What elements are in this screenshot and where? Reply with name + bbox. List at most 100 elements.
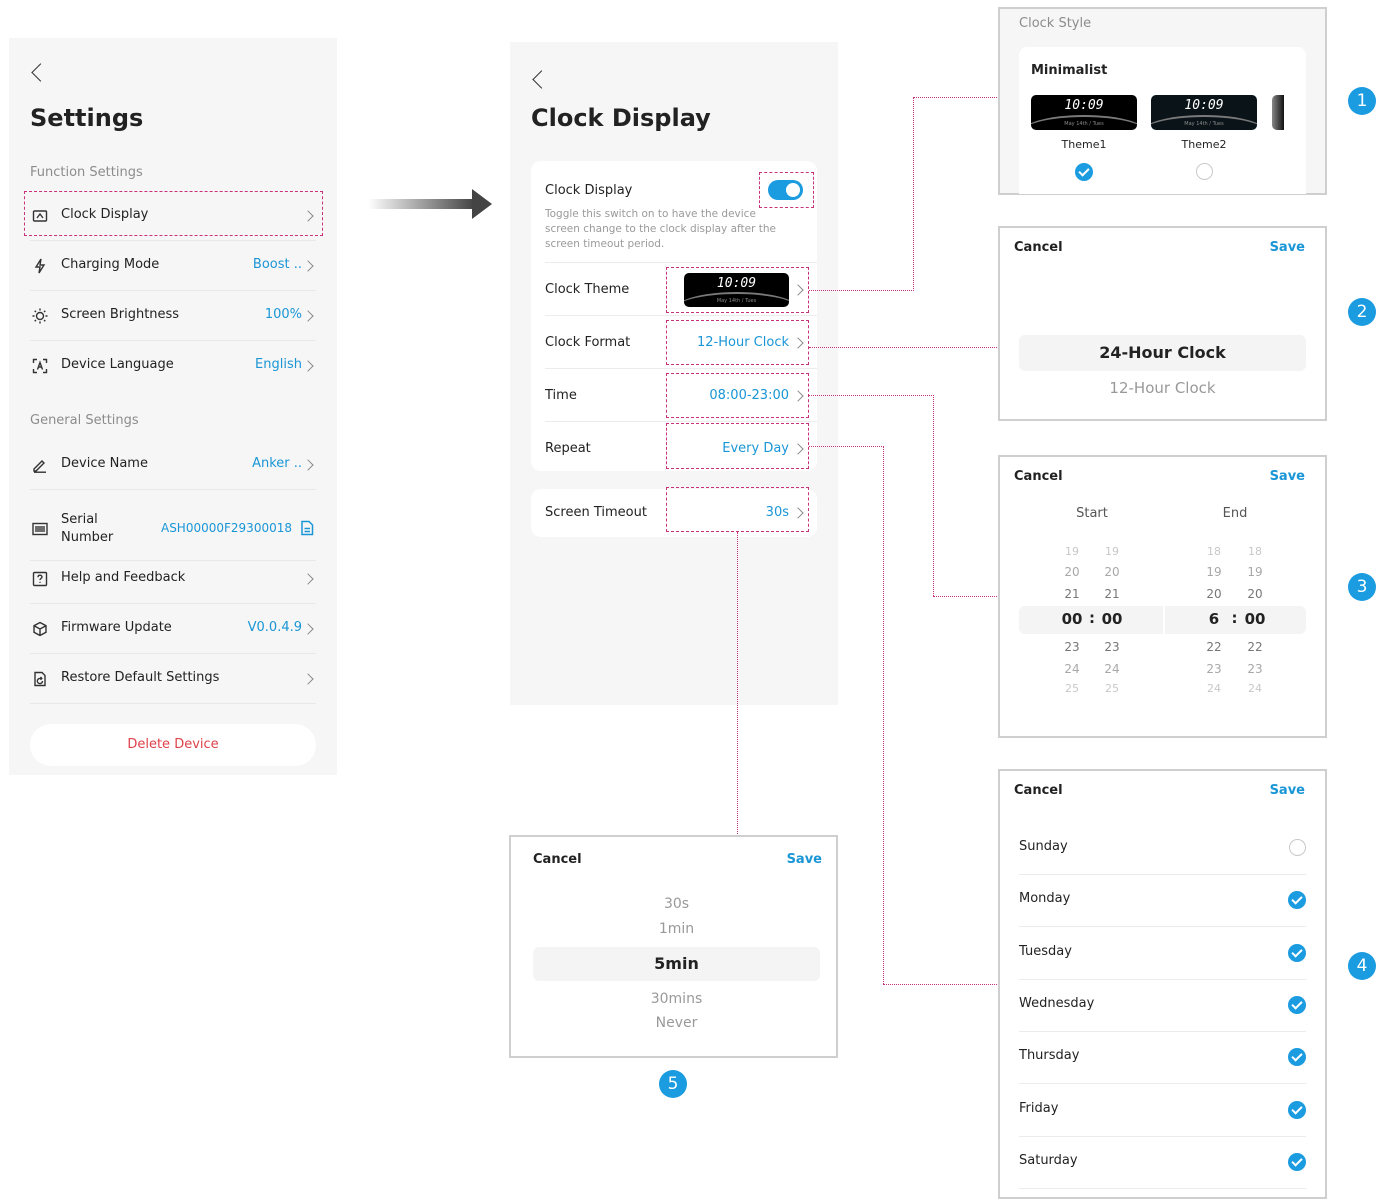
badge-2: 2 bbox=[1348, 298, 1376, 326]
save-button[interactable]: Save bbox=[1270, 240, 1305, 255]
repeat-day-row-saturday[interactable]: Saturday bbox=[1019, 1137, 1306, 1189]
start-column-label: Start bbox=[1076, 506, 1108, 521]
end-wheel-item[interactable]: 20 bbox=[1240, 587, 1270, 601]
start-wheel-item[interactable]: 19 bbox=[1057, 545, 1087, 558]
settings-screen: Settings Function Settings Clock Display… bbox=[9, 38, 337, 775]
settings-row-device-language[interactable]: Device Language English bbox=[30, 341, 316, 391]
end-wheel-item[interactable]: 22 bbox=[1199, 640, 1229, 654]
settings-row-help-and-feedback[interactable]: Help and Feedback bbox=[30, 554, 316, 604]
end-wheel-item[interactable]: 18 bbox=[1240, 545, 1270, 558]
repeat-day-row-sunday[interactable]: Sunday bbox=[1019, 823, 1306, 875]
settings-row-firmware-update[interactable]: Firmware Update V0.0.4.9 bbox=[30, 604, 316, 654]
start-wheel-item[interactable]: 25 bbox=[1057, 682, 1087, 695]
chevron-right-icon bbox=[302, 310, 314, 322]
start-wheel-item[interactable]: 20 bbox=[1097, 565, 1127, 579]
day-label: Wednesday bbox=[1019, 995, 1095, 1011]
save-button[interactable]: Save bbox=[787, 852, 822, 867]
copy-icon[interactable] bbox=[300, 520, 314, 540]
start-wheel-item[interactable]: 21 bbox=[1097, 587, 1127, 601]
help-icon bbox=[32, 571, 48, 591]
settings-row-serial-number[interactable]: Serial Number ASH00000F29300018 bbox=[30, 497, 316, 561]
checked-icon[interactable] bbox=[1288, 943, 1306, 962]
repeat-days-picker: Cancel Save Sunday Monday Tuesday Wednesday… bbox=[998, 769, 1327, 1199]
screen-timeout-picker: Cancel Save 30s 1min 5min 30mins Never bbox=[509, 835, 838, 1058]
theme1-thumbnail[interactable]: 10:09 May 14th / Tues bbox=[1031, 95, 1137, 130]
repeat-day-row-friday[interactable]: Friday bbox=[1019, 1085, 1306, 1137]
settings-row-restore-default-settings[interactable]: Restore Default Settings bbox=[30, 654, 316, 704]
end-wheel-item[interactable]: 22 bbox=[1240, 640, 1270, 654]
cancel-button[interactable]: Cancel bbox=[1014, 469, 1063, 484]
save-button[interactable]: Save bbox=[1270, 469, 1305, 484]
unchecked-icon[interactable] bbox=[1289, 839, 1306, 856]
start-wheel-item[interactable]: 25 bbox=[1097, 682, 1127, 695]
repeat-day-row-thursday[interactable]: Thursday bbox=[1019, 1032, 1306, 1085]
serial-number-value: ASH00000F29300018 bbox=[160, 521, 292, 535]
start-wheel-item[interactable]: 23 bbox=[1097, 640, 1127, 654]
end-wheel-item[interactable]: 20 bbox=[1199, 587, 1229, 601]
timeout-option[interactable]: Never bbox=[533, 1015, 820, 1031]
repeat-day-row-wednesday[interactable]: Wednesday bbox=[1019, 980, 1306, 1032]
timeout-option[interactable]: 30mins bbox=[533, 991, 820, 1007]
timeout-option-selected[interactable]: 5min bbox=[533, 947, 820, 981]
delete-device-button[interactable]: Delete Device bbox=[30, 724, 316, 766]
checked-icon[interactable] bbox=[1288, 1152, 1306, 1171]
back-icon[interactable] bbox=[31, 63, 50, 82]
clock-style-header: Clock Style bbox=[1019, 16, 1092, 31]
start-wheel-item[interactable]: 21 bbox=[1057, 587, 1087, 601]
end-wheel-item[interactable]: 23 bbox=[1199, 662, 1229, 676]
cancel-button[interactable]: Cancel bbox=[1014, 240, 1063, 255]
theme3-thumbnail-partial[interactable] bbox=[1272, 95, 1284, 130]
end-selected-value[interactable]: 00 bbox=[1235, 610, 1275, 628]
function-settings-header: Function Settings bbox=[30, 165, 143, 180]
end-wheel-item[interactable]: 24 bbox=[1199, 682, 1229, 695]
checked-icon[interactable] bbox=[1288, 1100, 1306, 1119]
checked-icon[interactable] bbox=[1288, 1048, 1306, 1067]
repeat-day-row-monday[interactable]: Monday bbox=[1019, 875, 1306, 928]
end-wheel-item[interactable]: 24 bbox=[1240, 682, 1270, 695]
sun-icon bbox=[32, 308, 48, 328]
start-wheel-item[interactable]: 24 bbox=[1097, 662, 1127, 676]
clock-display-label: Clock Display bbox=[545, 183, 633, 198]
timeout-option[interactable]: 1min bbox=[533, 921, 820, 937]
start-wheel-item[interactable]: 20 bbox=[1057, 565, 1087, 579]
end-wheel-item[interactable]: 19 bbox=[1199, 565, 1229, 579]
chevron-right-icon bbox=[302, 260, 314, 272]
format-option-selected[interactable]: 24-Hour Clock bbox=[1019, 335, 1306, 371]
day-label: Saturday bbox=[1019, 1152, 1078, 1168]
end-selected-value[interactable]: 6 bbox=[1194, 610, 1234, 628]
settings-row-label: Device Name bbox=[61, 456, 148, 471]
settings-row-device-name[interactable]: Device Name Anker .. bbox=[30, 440, 316, 490]
checked-icon[interactable] bbox=[1288, 891, 1306, 910]
general-settings-header: General Settings bbox=[30, 413, 139, 428]
format-option[interactable]: 12-Hour Clock bbox=[1019, 379, 1306, 397]
settings-row-charging-mode[interactable]: Charging Mode Boost .. bbox=[30, 241, 316, 291]
start-wheel-item[interactable]: 19 bbox=[1097, 545, 1127, 558]
end-wheel-item[interactable]: 23 bbox=[1240, 662, 1270, 676]
highlight-repeat bbox=[666, 423, 809, 469]
checked-icon[interactable] bbox=[1288, 995, 1306, 1014]
chevron-right-icon bbox=[302, 623, 314, 635]
start-wheel-item[interactable]: 23 bbox=[1057, 640, 1087, 654]
page-title: Settings bbox=[30, 104, 144, 132]
cancel-button[interactable]: Cancel bbox=[533, 852, 582, 867]
start-wheel-item[interactable]: 24 bbox=[1057, 662, 1087, 676]
end-wheel-item[interactable]: 19 bbox=[1240, 565, 1270, 579]
highlight-screen-timeout bbox=[666, 487, 809, 532]
chevron-right-icon bbox=[302, 573, 314, 585]
clock-format-picker: Cancel Save 24-Hour Clock 12-Hour Clock bbox=[998, 226, 1327, 421]
theme1-selected-icon[interactable] bbox=[1075, 163, 1093, 181]
day-label: Friday bbox=[1019, 1100, 1059, 1116]
clock-style-card: Minimalist 10:09 May 14th / Tues Theme1 … bbox=[1019, 47, 1306, 194]
screen-timeout-label: Screen Timeout bbox=[545, 505, 647, 520]
timeout-option[interactable]: 30s bbox=[533, 896, 820, 912]
settings-row-screen-brightness[interactable]: Screen Brightness 100% bbox=[30, 291, 316, 341]
theme2-thumbnail[interactable]: 10:09 May 14th / Tues bbox=[1151, 95, 1257, 130]
repeat-day-row-tuesday[interactable]: Tuesday bbox=[1019, 928, 1306, 980]
start-selected-value[interactable]: 00 bbox=[1092, 610, 1132, 628]
end-wheel-item[interactable]: 18 bbox=[1199, 545, 1229, 558]
start-selected-value[interactable]: 00 bbox=[1052, 610, 1092, 628]
back-icon[interactable] bbox=[532, 70, 551, 89]
cancel-button[interactable]: Cancel bbox=[1014, 783, 1063, 798]
theme2-unselected-icon[interactable] bbox=[1196, 163, 1213, 180]
save-button[interactable]: Save bbox=[1270, 783, 1305, 798]
